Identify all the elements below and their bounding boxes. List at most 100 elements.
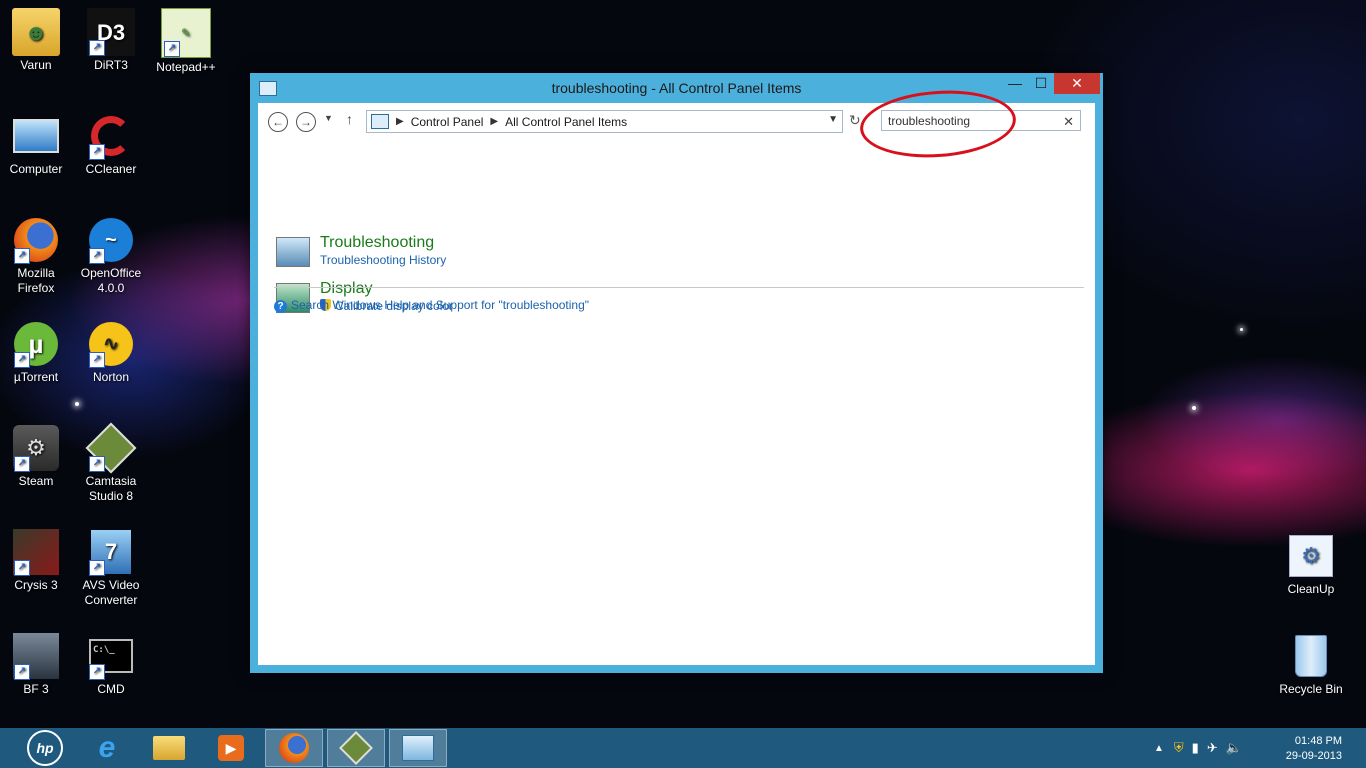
troubleshooting-icon <box>276 237 310 267</box>
clear-search-icon[interactable]: ✕ <box>1063 111 1074 132</box>
desktop-icon-firefox[interactable]: ↗ Mozilla Firefox <box>0 216 72 296</box>
desktop-icon-camtasia[interactable]: ↗ Camtasia Studio 8 <box>75 422 147 504</box>
breadcrumb-separator-icon[interactable]: ▶ <box>490 116 498 127</box>
clock-time: 01:48 PM <box>1294 735 1342 747</box>
hp-icon[interactable]: hp <box>16 729 74 767</box>
desktop-icon-avs[interactable]: 7 ↗ AVS Video Converter <box>75 528 147 608</box>
minimize-button[interactable]: — <box>1002 73 1028 94</box>
star <box>1240 328 1243 331</box>
result-title-troubleshooting[interactable]: Troubleshooting <box>320 234 434 252</box>
desktop-icon-label: AVS Video Converter <box>82 578 140 607</box>
desktop-icon-label: Computer <box>9 162 63 176</box>
desktop-icon-label: DiRT3 <box>94 58 128 72</box>
recycle-bin-icon <box>1287 632 1335 680</box>
address-bar[interactable]: ▶ Control Panel ▶ All Control Panel Item… <box>366 110 843 133</box>
desktop-icon-label: Crysis 3 <box>14 578 58 592</box>
desktop-icon-label: Varun <box>20 58 52 72</box>
airplane-mode-icon[interactable]: ✈ <box>1207 740 1218 756</box>
desktop-icon-label: Mozilla Firefox <box>17 266 55 295</box>
openoffice-icon: ~ ↗ <box>87 216 135 264</box>
internet-explorer-icon[interactable]: e <box>78 729 136 767</box>
refresh-icon[interactable]: ↻ <box>849 112 861 129</box>
dirt3-icon: D3 ↗ <box>87 8 135 56</box>
desktop-icon-recycle-bin[interactable]: Recycle Bin <box>1275 632 1347 697</box>
clock[interactable]: 01:48 PM 29-09-2013 <box>1286 734 1342 764</box>
control-panel-window: troubleshooting - All Control Panel Item… <box>250 73 1103 673</box>
crysis-icon: ↗ <box>12 528 60 576</box>
search-input[interactable]: troubleshooting ✕ <box>881 110 1081 131</box>
computer-icon <box>12 112 60 160</box>
desktop-icon-label: CMD <box>97 682 125 696</box>
file-explorer-icon[interactable] <box>140 729 198 767</box>
utorrent-icon: µ ↗ <box>12 320 60 368</box>
divider <box>274 287 1084 288</box>
recent-locations-chevron-icon[interactable]: ▼ <box>324 113 333 123</box>
firefox-icon[interactable] <box>265 729 323 767</box>
result-title-display[interactable]: Display <box>320 280 372 298</box>
desktop-icon-label: CleanUp <box>1287 582 1335 596</box>
media-player-icon[interactable]: ▶ <box>202 729 260 767</box>
help-search-label: Search Windows Help and Support for "tro… <box>291 298 590 312</box>
show-hidden-icons-icon[interactable]: ▲ <box>1154 743 1164 754</box>
maximize-button[interactable]: ☐ <box>1028 73 1054 94</box>
desktop-icon-steam[interactable]: ⚙ ↗ Steam <box>0 424 72 489</box>
clock-date: 29-09-2013 <box>1285 750 1342 762</box>
firefox-icon: ↗ <box>12 216 60 264</box>
avs-icon: 7 ↗ <box>87 528 135 576</box>
desktop-icon-cleanup[interactable]: ⚙ CleanUp <box>1275 532 1347 597</box>
star <box>1192 406 1196 410</box>
desktop-icon-label: Steam <box>18 474 54 488</box>
desktop-icon-bf3[interactable]: ↗ BF 3 <box>0 632 72 697</box>
camtasia-icon: ↗ <box>85 422 137 474</box>
taskbar: hp e ▶ ▲ ⛨ ▮ ✈ 🔈 01:48 PM 29-09-2013 <box>0 728 1366 768</box>
power-icon[interactable]: ▮ <box>1192 740 1199 756</box>
cleanup-icon: ⚙ <box>1287 532 1335 580</box>
up-arrow-icon[interactable]: ↑ <box>346 111 353 127</box>
desktop-icon-dirt3[interactable]: D3 ↗ DiRT3 <box>75 8 147 73</box>
desktop-icon-ccleaner[interactable]: ↗ CCleaner <box>75 112 147 177</box>
breadcrumb-separator-icon[interactable]: ▶ <box>396 116 404 127</box>
help-question-icon: ? <box>274 300 287 313</box>
close-button[interactable]: ✕ <box>1054 73 1100 94</box>
help-search-link[interactable]: ? Search Windows Help and Support for "tr… <box>274 298 589 313</box>
star <box>75 402 79 406</box>
result-link-troubleshooting-history[interactable]: Troubleshooting History <box>320 253 446 267</box>
desktop-icon-label: CCleaner <box>85 162 137 176</box>
desktop-icon-computer[interactable]: Computer <box>0 112 72 177</box>
desktop-icon-label: Camtasia Studio 8 <box>85 474 137 503</box>
breadcrumb-control-panel[interactable]: Control Panel <box>411 115 484 129</box>
navigation-bar: ← → ▼ ↑ ▶ Control Panel ▶ All Control Pa… <box>258 85 1095 163</box>
user-folder-icon: ☻ <box>12 8 60 56</box>
desktop-icon-utorrent[interactable]: µ ↗ µTorrent <box>0 320 72 385</box>
breadcrumb-all-items[interactable]: All Control Panel Items <box>505 115 627 129</box>
norton-tray-icon[interactable]: ⛨ <box>1174 740 1184 756</box>
desktop-icon-norton[interactable]: ∿ ↗ Norton <box>75 320 147 385</box>
camtasia-icon[interactable] <box>327 729 385 767</box>
control-panel-icon <box>371 114 389 129</box>
volume-icon[interactable]: 🔈 <box>1226 740 1242 756</box>
desktop-icon-label: µTorrent <box>13 370 59 384</box>
search-value: troubleshooting <box>888 114 971 128</box>
cmd-icon: C:\_ ↗ <box>87 632 135 680</box>
window-content: ← → ▼ ↑ ▶ Control Panel ▶ All Control Pa… <box>258 85 1095 665</box>
desktop-icon-notepadpp[interactable]: ✎ ↗ Notepad++ <box>150 8 222 75</box>
title-bar[interactable]: troubleshooting - All Control Panel Item… <box>250 73 1103 103</box>
notification-area: ▲ ⛨ ▮ ✈ 🔈 <box>1154 728 1250 768</box>
desktop-icon-cmd[interactable]: C:\_ ↗ CMD <box>75 632 147 697</box>
bf3-icon: ↗ <box>12 632 60 680</box>
ccleaner-icon: ↗ <box>87 112 135 160</box>
address-dropdown-chevron-icon[interactable]: ▼ <box>828 114 838 125</box>
desktop-icon-crysis3[interactable]: ↗ Crysis 3 <box>0 528 72 593</box>
back-arrow-icon[interactable]: ← <box>268 112 288 132</box>
desktop-icon-label: OpenOffice 4.0.0 <box>80 266 142 295</box>
norton-icon: ∿ ↗ <box>87 320 135 368</box>
steam-icon: ⚙ ↗ <box>12 424 60 472</box>
desktop-icon-varun[interactable]: ☻ Varun <box>0 8 72 73</box>
desktop-icon-label: Norton <box>92 370 130 384</box>
notepadpp-icon: ✎ ↗ <box>161 8 211 58</box>
window-title: troubleshooting - All Control Panel Item… <box>551 80 802 96</box>
forward-arrow-icon[interactable]: → <box>296 112 316 132</box>
control-panel-icon[interactable] <box>389 729 447 767</box>
desktop-icon-label: BF 3 <box>23 682 49 696</box>
desktop-icon-openoffice[interactable]: ~ ↗ OpenOffice 4.0.0 <box>75 216 147 296</box>
